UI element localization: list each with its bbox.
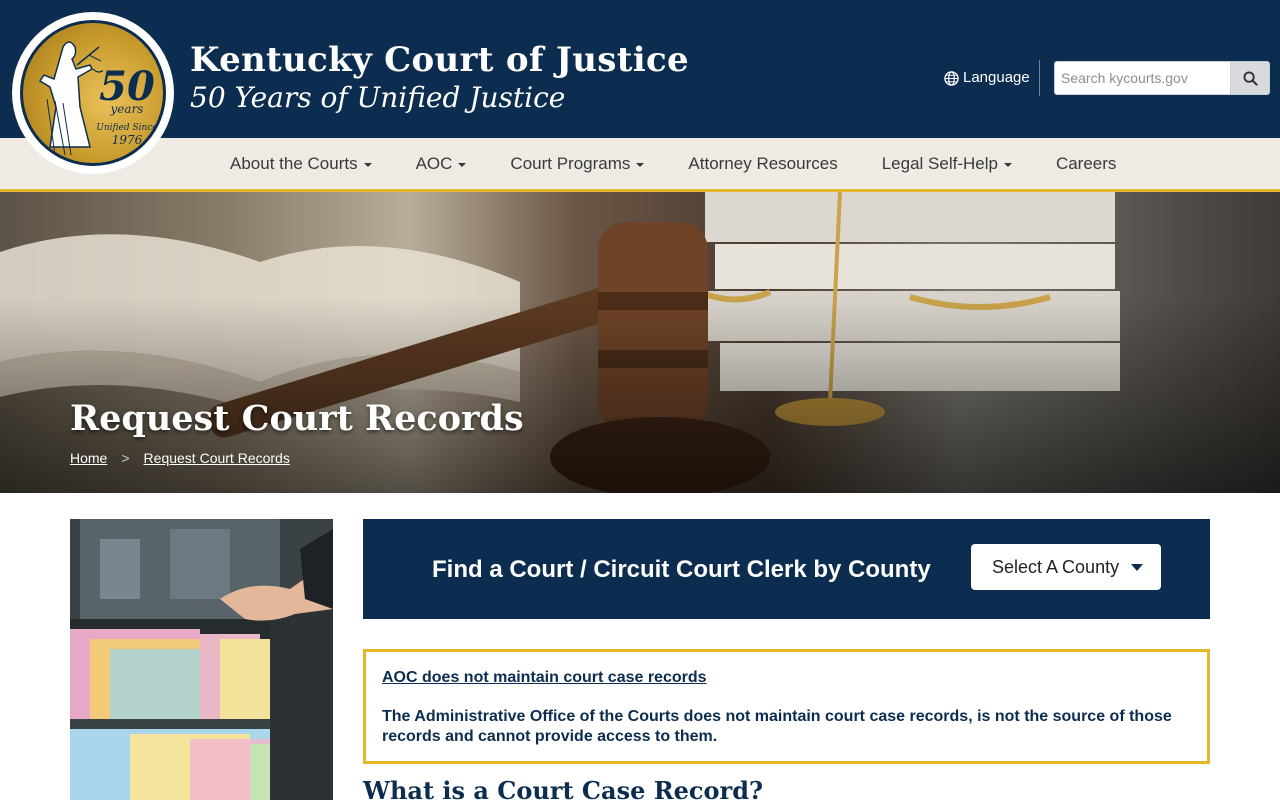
file-cabinet-image [70,519,333,800]
county-finder-panel: Find a Court / Circuit Court Clerk by Co… [363,519,1210,619]
main-nav-list: About the Courts AOC Court Programs Attorne… [208,138,1138,189]
header-divider [1039,60,1040,96]
seal-since: Unified Since [96,123,158,133]
county-select-value: Select A County [992,556,1120,577]
nav-item-label: Legal Self-Help [881,153,998,173]
nav-item-label: Careers [1055,153,1117,173]
page-title: Request Court Records [70,398,524,439]
breadcrumb-home[interactable]: Home [70,450,107,466]
hero-banner: Request Court Records Home > Request Cou… [0,192,1280,493]
seal-emblem: 50 years Unified Since 1976 [20,20,166,166]
nav-item-attorney-resources[interactable]: Attorney Resources [666,138,859,189]
county-select-dropdown[interactable]: Select A County [971,544,1161,590]
globe-icon [944,70,959,86]
nav-item-legal-self-help[interactable]: Legal Self-Help [860,138,1034,189]
site-header: Kentucky Court of Justice 50 Years of Un… [0,0,1280,138]
nav-item-label: AOC [415,153,453,173]
main-nav: About the Courts AOC Court Programs Attorne… [0,138,1280,192]
records-notice: AOC does not maintain court case records… [363,649,1210,764]
search-form [1054,61,1270,95]
search-icon [1242,70,1258,86]
site-subtitle: 50 Years of Unified Justice [190,81,566,114]
caret-down-icon [1131,564,1143,571]
hero-overlay [0,192,1280,493]
seal-50-years: 50 years Unified Since 1976 [87,63,163,148]
court-seal-logo[interactable]: KENTUCKY COURT OF JUSTICE 50 years Unifi… [12,12,174,174]
nav-item-careers[interactable]: Careers [1034,138,1138,189]
caret-down-icon [1003,162,1012,167]
county-finder-title: Find a Court / Circuit Court Clerk by Co… [432,556,931,583]
nav-item-about-the-courts[interactable]: About the Courts [208,138,394,189]
language-button[interactable]: Language [944,66,1030,90]
breadcrumb: Home > Request Court Records [70,450,290,466]
caret-down-icon [363,162,372,167]
breadcrumb-current[interactable]: Request Court Records [144,450,290,466]
notice-body: The Administrative Office of the Courts … [382,708,1172,745]
nav-item-label: About the Courts [230,153,358,173]
breadcrumb-separator-icon: > [121,450,130,466]
caret-down-icon [636,162,645,167]
section-heading: What is a Court Case Record? [363,776,764,805]
file-cabinet-photo [70,519,333,800]
search-input[interactable] [1054,61,1230,95]
search-button[interactable] [1230,61,1270,95]
nav-item-label: Court Programs [510,153,631,173]
nav-item-label: Attorney Resources [688,153,838,173]
caret-down-icon [458,162,467,167]
nav-item-court-programs[interactable]: Court Programs [488,138,666,189]
notice-link[interactable]: AOC does not maintain court case records [382,669,707,687]
site-title[interactable]: Kentucky Court of Justice [190,40,689,80]
seal-number: 50 [99,63,155,110]
seal-year: 1976 [111,133,143,147]
language-label: Language [963,69,1030,86]
nav-item-aoc[interactable]: AOC [394,138,489,189]
